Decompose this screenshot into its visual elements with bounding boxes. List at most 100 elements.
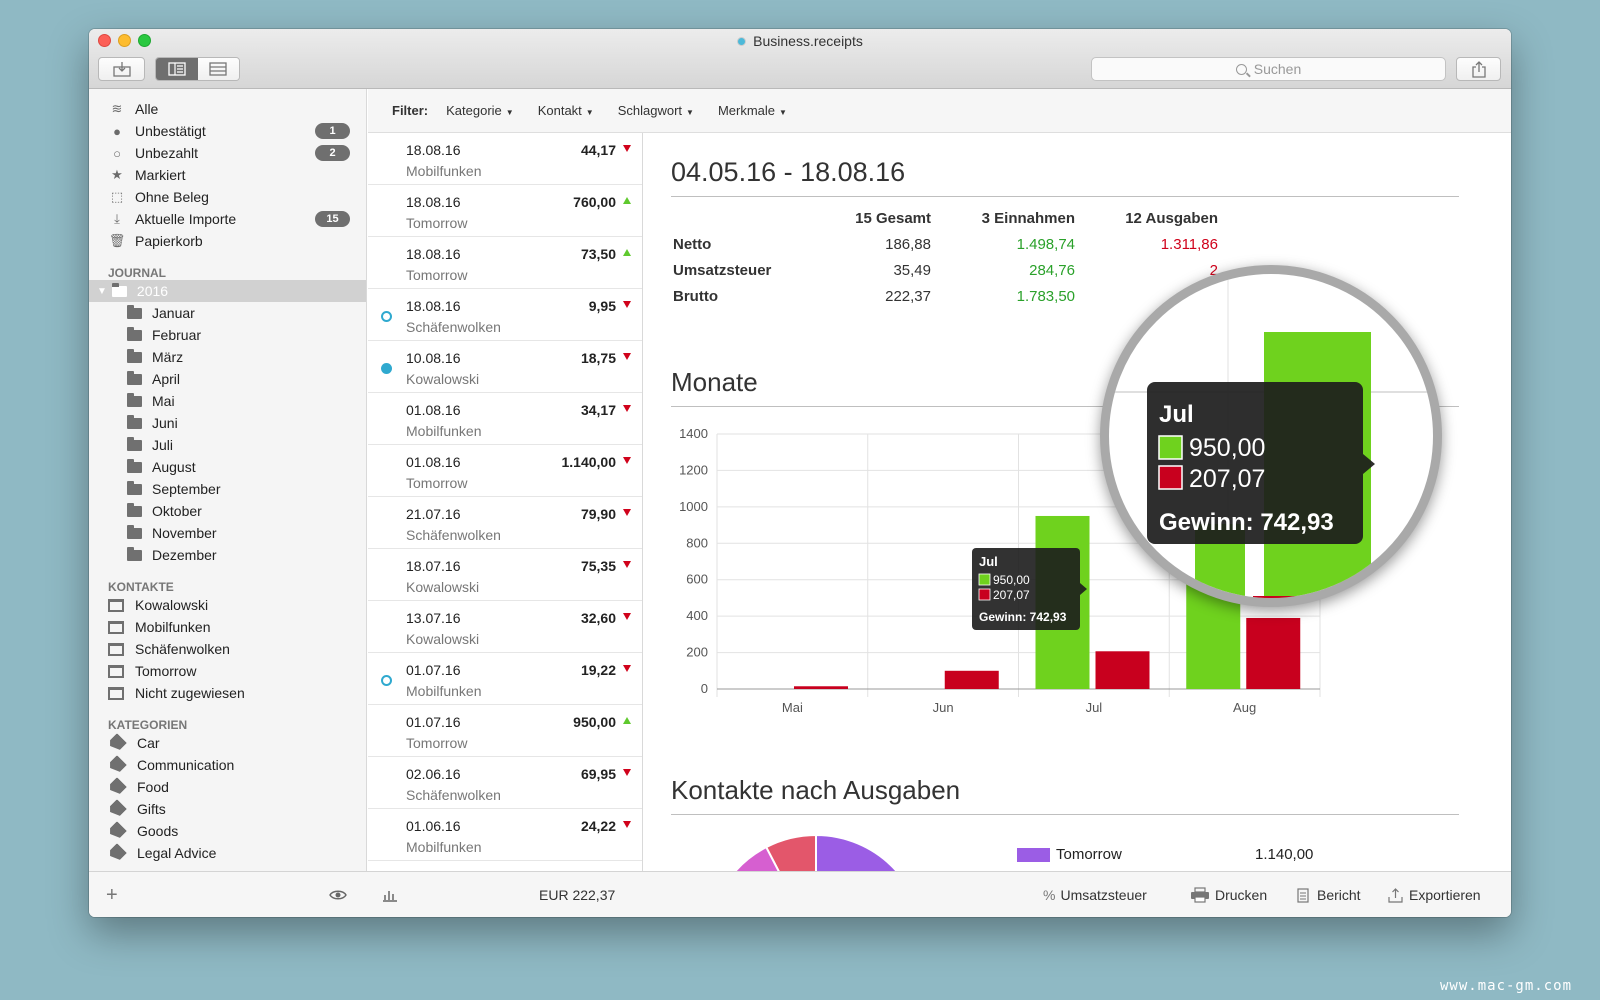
sidebar-month-11[interactable]: November <box>89 522 366 544</box>
pie-slice[interactable] <box>815 833 924 871</box>
sidebar-month-5[interactable]: Mai <box>89 390 366 412</box>
receipt-row[interactable]: 21.07.16 Schäfenwolken 79,90 <box>368 497 642 549</box>
bar[interactable] <box>1246 617 1301 689</box>
sidebar-contact[interactable]: Kowalowski <box>89 594 366 616</box>
tag-icon <box>107 799 127 819</box>
receipt-row[interactable]: 18.07.16 Kowalowski 75,35 <box>368 549 642 601</box>
sidebar-month-8[interactable]: August <box>89 456 366 478</box>
receipt-row[interactable]: 01.06.16 Mobilfunken 24,22 <box>368 809 642 861</box>
expense-arrow-icon <box>623 457 631 464</box>
receipt-row[interactable]: 18.08.16 Tomorrow 73,50 <box>368 237 642 289</box>
sidebar-item-papierkorb[interactable]: 🗑 Papierkorb <box>89 230 366 252</box>
printer-icon <box>1191 887 1209 903</box>
sidebar-month-7[interactable]: Juli <box>89 434 366 456</box>
summary-cell: 1.311,86 <box>1160 236 1218 253</box>
sidebar-category[interactable]: Gifts <box>89 798 366 820</box>
bar[interactable] <box>1095 651 1150 689</box>
sidebar-item-label: Ohne Beleg <box>135 189 209 205</box>
bar[interactable] <box>794 686 848 689</box>
sidebar-category[interactable]: Goods <box>89 820 366 842</box>
month-label: April <box>152 371 181 387</box>
star-icon: ★ <box>111 167 123 182</box>
receipt-row[interactable]: 10.08.16 Kowalowski 18,75 <box>368 341 642 393</box>
filter-dropdown-merkmale[interactable]: Merkmale ▼ <box>718 103 787 118</box>
receipt-row[interactable]: 01.07.16 Mobilfunken 19,22 <box>368 653 642 705</box>
sidebar-contact[interactable]: Mobilfunken <box>89 616 366 638</box>
filter-dropdown-kontakt[interactable]: Kontakt ▼ <box>538 103 594 118</box>
sidebar-contact[interactable]: Nicht zugewiesen <box>89 682 366 704</box>
magnified-chart: Jul 950,00 207,07 Gewinn: 742,93 <box>1109 274 1433 598</box>
divider <box>671 196 1459 197</box>
receipt-row[interactable]: 18.08.16 Tomorrow 760,00 <box>368 185 642 237</box>
sidebar-month-10[interactable]: Oktober <box>89 500 366 522</box>
sidebar-item-ohne-beleg[interactable]: ⬚ Ohne Beleg <box>89 186 366 208</box>
summary-row-label: Brutto <box>673 288 718 305</box>
receipt-contact: Schäfenwolken <box>406 319 501 335</box>
receipt-amount: 73,50 <box>580 246 616 262</box>
receipt-row[interactable]: 13.07.16 Kowalowski 32,60 <box>368 601 642 653</box>
legend-name: Tomorrow <box>1056 846 1122 863</box>
folder-icon <box>127 392 142 407</box>
sidebar-item-markiert[interactable]: ★ Markiert <box>89 164 366 186</box>
search-field[interactable]: Suchen <box>1091 57 1446 81</box>
sidebar-month-2[interactable]: Februar <box>89 324 366 346</box>
receipt-row[interactable]: 18.08.16 Mobilfunken 44,17 <box>368 133 642 185</box>
export-button[interactable]: Exportieren <box>1388 872 1481 917</box>
category-label: Food <box>137 779 169 795</box>
receipt-row[interactable]: 01.08.16 Mobilfunken 34,17 <box>368 393 642 445</box>
sidebar-category[interactable]: Legal Advice <box>89 842 366 864</box>
import-button[interactable] <box>98 57 145 81</box>
chart-toggle-icon[interactable] <box>382 872 398 917</box>
filter-label: Filter: <box>392 103 429 118</box>
view-mode-segmented[interactable] <box>155 57 240 81</box>
receipt-row[interactable]: 18.08.16 Schäfenwolken 9,95 <box>368 289 642 341</box>
dropdown-arrow-icon: ▼ <box>585 108 594 117</box>
download-icon: ⤓ <box>114 211 120 226</box>
print-button[interactable]: Drucken <box>1190 872 1267 917</box>
vat-button[interactable]: % Umsatzsteuer <box>1043 872 1147 917</box>
sidebar-month-12[interactable]: Dezember <box>89 544 366 566</box>
tooltip-income: 950,00 <box>1189 434 1265 462</box>
sidebar-contact[interactable]: Tomorrow <box>89 660 366 682</box>
sidebar-month-4[interactable]: April <box>89 368 366 390</box>
sidebar-month-6[interactable]: Juni <box>89 412 366 434</box>
sidebar-item-label: Markiert <box>135 167 186 183</box>
add-button[interactable]: + <box>106 872 118 917</box>
sidebar-item-unbezahlt[interactable]: ○ Unbezahlt 2 <box>89 142 366 164</box>
receipt-row[interactable]: 01.07.16 Tomorrow 950,00 <box>368 705 642 757</box>
list-view-button[interactable] <box>197 58 239 80</box>
share-button[interactable] <box>1456 57 1501 81</box>
sidebar-category[interactable]: Food <box>89 776 366 798</box>
sidebar-item-unbestätigt[interactable]: ● Unbestätigt 1 <box>89 120 366 142</box>
month-label: Januar <box>152 305 195 321</box>
receipt-contact: Tomorrow <box>406 475 468 491</box>
sidebar-category[interactable]: Car <box>89 732 366 754</box>
sidebar-item-alle[interactable]: ≋ Alle <box>89 98 366 120</box>
expense-arrow-icon <box>623 509 631 516</box>
sidebar-category[interactable]: Communication <box>89 754 366 776</box>
sidebar-year-2016[interactable]: ▼ 2016 <box>89 280 366 302</box>
category-label: Communication <box>137 757 235 773</box>
split-view-button[interactable] <box>156 58 198 80</box>
month-label: Februar <box>152 327 202 343</box>
tag-icon <box>107 733 127 753</box>
sidebar-month-1[interactable]: Januar <box>89 302 366 324</box>
receipt-row[interactable]: 02.06.16 Schäfenwolken 69,95 <box>368 757 642 809</box>
sidebar-item-aktuelle-importe[interactable]: ⤓ Aktuelle Importe 15 <box>89 208 366 230</box>
building-icon <box>108 642 124 656</box>
receipt-list[interactable]: 18.08.16 Mobilfunken 44,17 18.08.16 Tomorrow… <box>368 133 643 871</box>
bar[interactable] <box>944 670 999 689</box>
filter-dropdown-schlagwort[interactable]: Schlagwort ▼ <box>618 103 694 118</box>
eye-icon[interactable] <box>329 872 347 917</box>
sidebar-month-3[interactable]: März <box>89 346 366 368</box>
filter-dropdown-kategorie[interactable]: Kategorie ▼ <box>446 103 514 118</box>
receipt-amount: 9,95 <box>588 298 616 314</box>
receipt-row[interactable]: 01.08.16 Tomorrow 1.140,00 <box>368 445 642 497</box>
receipt-contact: Kowalowski <box>406 631 480 647</box>
sidebar-contact[interactable]: Schäfenwolken <box>89 638 366 660</box>
sidebar-month-9[interactable]: September <box>89 478 366 500</box>
report-button[interactable]: Bericht <box>1297 872 1361 917</box>
month-label: Oktober <box>152 503 202 519</box>
disclosure-triangle-icon[interactable]: ▼ <box>97 286 107 297</box>
receipt-contact: Mobilfunken <box>406 423 482 439</box>
